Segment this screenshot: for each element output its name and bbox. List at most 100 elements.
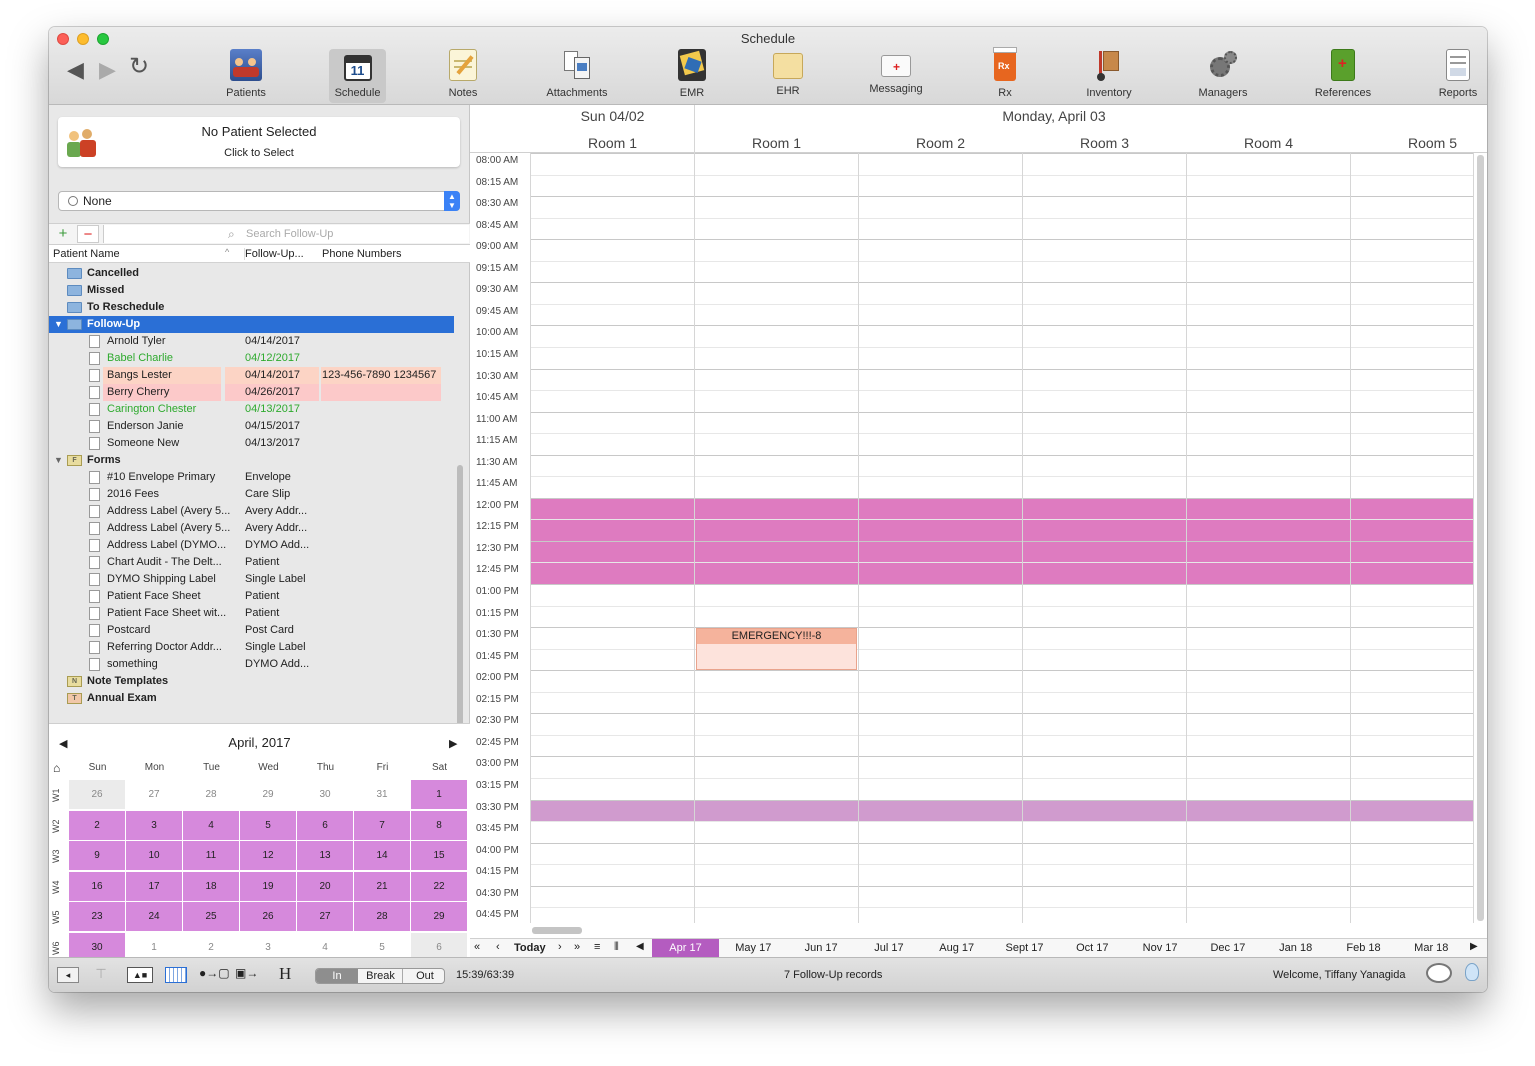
calendar-day[interactable]: 4 bbox=[183, 810, 240, 841]
tree-vertical-scrollbar[interactable] bbox=[457, 465, 463, 729]
followup-item[interactable]: Bangs Lester 04/14/2017 123-456-7890 12345… bbox=[49, 367, 454, 384]
toolbar-emr[interactable]: EMR bbox=[652, 49, 732, 99]
disclosure-triangle-icon[interactable]: ▼ bbox=[54, 452, 63, 469]
search-field[interactable]: ⌕ Search Follow-Up bbox=[103, 225, 469, 243]
month-button[interactable]: Apr 17 bbox=[652, 939, 719, 957]
calendar-day[interactable]: 7 bbox=[354, 810, 411, 841]
remove-button[interactable]: − bbox=[77, 225, 99, 243]
form-item[interactable]: #10 Envelope Primary Envelope bbox=[49, 469, 454, 486]
followup-item[interactable]: Someone New 04/13/2017 bbox=[49, 435, 454, 452]
toolbar-reports[interactable]: Reports bbox=[1418, 49, 1487, 99]
month-button[interactable]: Jan 18 bbox=[1262, 939, 1329, 957]
calendar-day[interactable]: 11 bbox=[183, 841, 240, 871]
next-icon[interactable]: › bbox=[558, 941, 562, 953]
out-segment[interactable]: Out bbox=[404, 969, 444, 983]
month-button[interactable]: Oct 17 bbox=[1059, 939, 1126, 957]
calendar-day[interactable]: 3 bbox=[126, 810, 183, 841]
appointment-block[interactable]: EMERGENCY!!!-8 bbox=[696, 628, 857, 671]
month-button[interactable]: Mar 18 bbox=[1398, 939, 1465, 957]
toolbar-references[interactable]: + References bbox=[1303, 49, 1383, 99]
toolbar-rx[interactable]: Rx Rx bbox=[965, 47, 1045, 99]
calendar-day[interactable]: 27 bbox=[126, 780, 183, 810]
calendar-forward-icon[interactable]: ▣→ bbox=[235, 966, 269, 984]
week-label[interactable]: W4 bbox=[51, 878, 67, 896]
tree-group-note-templates[interactable]: N Note Templates bbox=[49, 673, 454, 690]
blocked-time-slot[interactable] bbox=[531, 799, 1473, 822]
month-button[interactable]: Feb 18 bbox=[1330, 939, 1397, 957]
calendar-day[interactable]: 28 bbox=[354, 902, 411, 932]
followup-item[interactable]: Berry Cherry 04/26/2017 bbox=[49, 384, 454, 401]
calendar-day[interactable]: 23 bbox=[69, 902, 126, 932]
form-item[interactable]: Address Label (Avery 5... Avery Addr... bbox=[49, 520, 454, 537]
calendar-day[interactable]: 2 bbox=[69, 810, 126, 841]
calendar-day[interactable]: 26 bbox=[240, 902, 297, 932]
schedule-horizontal-scrollbar[interactable] bbox=[532, 927, 582, 934]
tree-group-cancelled[interactable]: Cancelled bbox=[49, 265, 454, 282]
form-item[interactable]: Patient Face Sheet wit... Patient bbox=[49, 605, 454, 622]
calendar-day[interactable]: 5 bbox=[240, 810, 297, 841]
home-icon[interactable]: ⌂ bbox=[53, 761, 60, 775]
month-button[interactable]: Nov 17 bbox=[1127, 939, 1194, 957]
form-item[interactable]: Address Label (DYMO... DYMO Add... bbox=[49, 537, 454, 554]
calendar-day[interactable]: 24 bbox=[126, 902, 183, 932]
patient-card-icon[interactable]: ▲■ bbox=[127, 967, 153, 983]
form-item[interactable]: Postcard Post Card bbox=[49, 622, 454, 639]
back-arrow-icon[interactable]: ◀ bbox=[67, 59, 84, 81]
month-button[interactable]: Sept 17 bbox=[991, 939, 1058, 957]
followup-item[interactable]: Carington Chester 04/13/2017 bbox=[49, 401, 454, 418]
tree-group-to-reschedule[interactable]: To Reschedule bbox=[49, 299, 454, 316]
list-view-icon[interactable]: ≡ bbox=[594, 941, 600, 953]
col-patient-name[interactable]: Patient Name bbox=[53, 248, 120, 260]
hours-icon[interactable]: H bbox=[279, 964, 291, 984]
followup-item[interactable]: Arnold Tyler 04/14/2017 bbox=[49, 333, 454, 350]
month-scroll-right-icon[interactable]: ▶ bbox=[1470, 941, 1478, 952]
calendar-day[interactable]: 30 bbox=[297, 780, 354, 810]
calendar-day[interactable]: 6 bbox=[297, 810, 354, 841]
prev-icon[interactable]: ‹ bbox=[496, 941, 500, 953]
calendar-day[interactable]: 31 bbox=[354, 780, 411, 810]
time-grid[interactable]: 08:00 AM 08:15 AM 08:30 AM 08:45 AM 09:00 AM… bbox=[470, 153, 1487, 923]
month-button[interactable]: Dec 17 bbox=[1194, 939, 1261, 957]
add-button[interactable]: + bbox=[53, 225, 73, 243]
month-button[interactable]: May 17 bbox=[720, 939, 787, 957]
calendar-day[interactable]: 29 bbox=[240, 780, 297, 810]
col-followup[interactable]: Follow-Up... bbox=[244, 248, 304, 260]
form-item[interactable]: DYMO Shipping Label Single Label bbox=[49, 571, 454, 588]
toolbar-ehr[interactable]: EHR bbox=[748, 49, 828, 97]
calendar-day[interactable]: 29 bbox=[411, 902, 468, 932]
refresh-icon[interactable]: ↻ bbox=[129, 55, 149, 79]
toolbar-managers[interactable]: Managers bbox=[1183, 49, 1263, 99]
schedule-vertical-scrollbar[interactable] bbox=[1477, 155, 1484, 921]
in-segment[interactable]: In bbox=[316, 969, 358, 983]
calendar-day[interactable]: 17 bbox=[126, 871, 183, 902]
week-label[interactable]: W3 bbox=[51, 847, 67, 865]
month-scroll-left-icon[interactable]: ◀ bbox=[636, 941, 644, 952]
calendar-day[interactable]: 8 bbox=[411, 810, 468, 841]
room-header[interactable]: Room 1 bbox=[695, 135, 858, 151]
calendar-day[interactable]: 22 bbox=[411, 871, 468, 902]
disclosure-triangle-icon[interactable]: ▼ bbox=[54, 316, 63, 333]
col-phone-numbers[interactable]: Phone Numbers bbox=[322, 248, 402, 260]
month-button[interactable]: Jun 17 bbox=[788, 939, 855, 957]
toolbar-messaging[interactable]: + Messaging bbox=[856, 49, 936, 95]
toolbar-notes[interactable]: Notes bbox=[423, 49, 503, 99]
forward-arrow-icon[interactable]: ▶ bbox=[99, 59, 116, 81]
calendar-day[interactable]: 19 bbox=[240, 871, 297, 902]
month-button[interactable]: Jul 17 bbox=[855, 939, 922, 957]
today-button[interactable]: Today bbox=[514, 942, 546, 954]
grid-view-icon[interactable] bbox=[165, 967, 187, 983]
calendar-day[interactable]: 18 bbox=[183, 871, 240, 902]
tree-group-forms[interactable]: ▼ F Forms bbox=[49, 452, 454, 469]
room-header[interactable]: Room 2 bbox=[859, 135, 1022, 151]
filter-select[interactable]: None ▲ ▼ bbox=[58, 191, 460, 211]
calendar-day[interactable]: 16 bbox=[69, 871, 126, 902]
form-item[interactable]: Chart Audit - The Delt... Patient bbox=[49, 554, 454, 571]
sidebar-toggle-icon[interactable]: ◂ bbox=[57, 967, 79, 983]
assign-patient-icon[interactable]: ●→▢ bbox=[199, 966, 231, 984]
followup-item[interactable]: Enderson Janie 04/15/2017 bbox=[49, 418, 454, 435]
week-label[interactable]: W1 bbox=[51, 786, 67, 804]
calendar-day[interactable]: 21 bbox=[354, 871, 411, 902]
tree-group-missed[interactable]: Missed bbox=[49, 282, 454, 299]
calendar-day[interactable]: 1 bbox=[411, 780, 468, 810]
week-label[interactable]: W5 bbox=[51, 908, 67, 926]
